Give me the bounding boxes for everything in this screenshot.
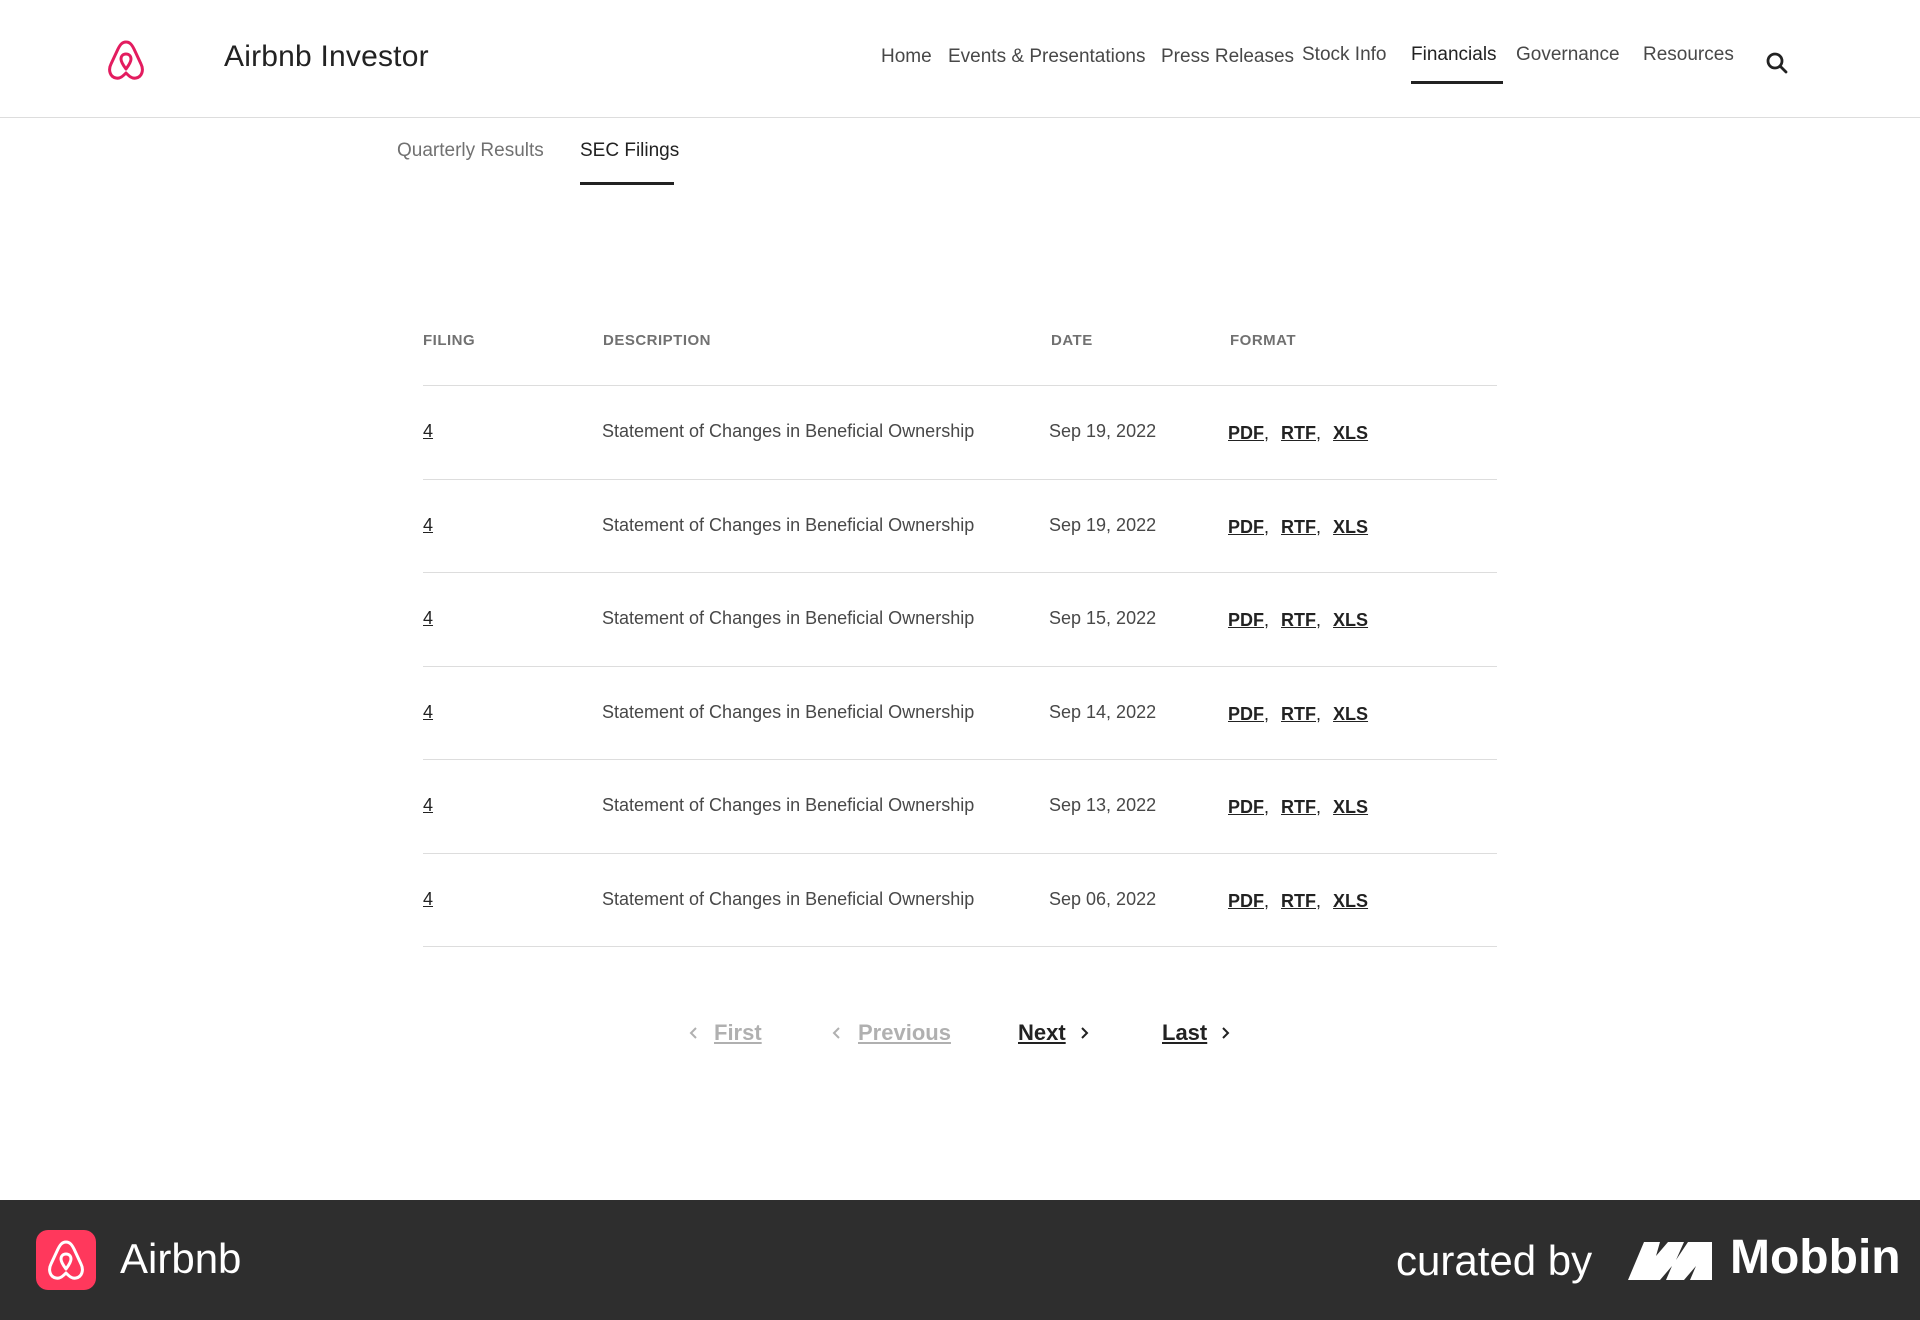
column-header-filing: FILING	[423, 332, 476, 349]
nav-press-releases[interactable]: Press Releases	[1161, 46, 1294, 68]
table-row: 4 Statement of Changes in Beneficial Own…	[423, 667, 1497, 760]
rtf-link[interactable]: RTF	[1281, 423, 1316, 443]
pagination: First Previous Next Last	[0, 1020, 1920, 1060]
xls-link[interactable]: XLS	[1333, 891, 1368, 911]
xls-link[interactable]: XLS	[1333, 797, 1368, 817]
table-row: 4 Statement of Changes in Beneficial Own…	[423, 386, 1497, 480]
table-header: FILING DESCRIPTION DATE FORMAT	[423, 320, 1497, 386]
rtf-link[interactable]: RTF	[1281, 610, 1316, 630]
filing-date: Sep 19, 2022	[1049, 421, 1157, 441]
rtf-link[interactable]: RTF	[1281, 797, 1316, 817]
pdf-link[interactable]: PDF	[1228, 797, 1264, 817]
table-row: 4 Statement of Changes in Beneficial Own…	[423, 760, 1497, 854]
nav-governance[interactable]: Governance	[1516, 44, 1620, 66]
filing-date: Sep 13, 2022	[1049, 795, 1157, 815]
filing-link[interactable]: 4	[423, 889, 433, 910]
filing-date: Sep 15, 2022	[1049, 608, 1157, 628]
filing-description: Statement of Changes in Beneficial Owner…	[602, 514, 975, 535]
airbnb-logo-icon	[48, 1240, 84, 1280]
nav-stock-info[interactable]: Stock Info	[1302, 44, 1387, 66]
filing-link[interactable]: 4	[423, 515, 433, 536]
xls-link[interactable]: XLS	[1333, 517, 1368, 537]
column-header-description: DESCRIPTION	[603, 332, 712, 349]
chevron-right-icon	[1081, 1027, 1089, 1039]
pdf-link[interactable]: PDF	[1228, 704, 1264, 724]
nav-events-presentations[interactable]: Events & Presentations	[948, 46, 1146, 68]
first-page-link[interactable]: First	[714, 1020, 762, 1046]
last-page-link[interactable]: Last	[1162, 1020, 1207, 1046]
format-links: PDF, RTF, XLS	[1228, 516, 1369, 537]
footer-app-name: Airbnb	[120, 1235, 242, 1282]
filing-link[interactable]: 4	[423, 608, 433, 629]
tab-quarterly-results[interactable]: Quarterly Results	[397, 140, 544, 162]
nav-financials[interactable]: Financials	[1411, 44, 1497, 66]
filing-description: Statement of Changes in Beneficial Owner…	[602, 795, 975, 815]
table-row: 4 Statement of Changes in Beneficial Own…	[423, 480, 1497, 573]
format-links: PDF, RTF, XLS	[1228, 423, 1369, 443]
rtf-link[interactable]: RTF	[1281, 517, 1316, 537]
filing-description: Statement of Changes in Beneficial Owner…	[602, 701, 975, 722]
format-links: PDF, RTF, XLS	[1228, 797, 1369, 817]
xls-link[interactable]: XLS	[1333, 610, 1368, 630]
airbnb-app-icon	[36, 1230, 96, 1290]
nav-resources[interactable]: Resources	[1643, 44, 1734, 66]
xls-link[interactable]: XLS	[1333, 704, 1368, 724]
rtf-link[interactable]: RTF	[1281, 704, 1316, 724]
pdf-link[interactable]: PDF	[1228, 517, 1264, 537]
main-nav: Home Events & Presentations Press Releas…	[0, 44, 1920, 86]
search-icon[interactable]	[1765, 51, 1789, 75]
filing-link[interactable]: 4	[423, 421, 433, 442]
next-page-link[interactable]: Next	[1018, 1020, 1066, 1046]
pdf-link[interactable]: PDF	[1228, 423, 1264, 443]
filing-link[interactable]: 4	[423, 702, 433, 723]
filing-date: Sep 19, 2022	[1049, 514, 1157, 535]
format-links: PDF, RTF, XLS	[1228, 890, 1369, 911]
format-links: PDF, RTF, XLS	[1228, 610, 1369, 630]
previous-page-link[interactable]: Previous	[858, 1020, 951, 1046]
mobbin-footer: Airbnb curated by Mobbin	[0, 1200, 1920, 1320]
rtf-link[interactable]: RTF	[1281, 891, 1316, 911]
chevron-left-icon	[832, 1027, 840, 1039]
financials-tabs: Quarterly Results SEC Filings	[0, 140, 1920, 190]
sec-filings-table: FILING DESCRIPTION DATE FORMAT 4 Stateme…	[423, 320, 1497, 947]
xls-link[interactable]: XLS	[1333, 423, 1368, 443]
table-row: 4 Statement of Changes in Beneficial Own…	[423, 573, 1497, 667]
nav-home[interactable]: Home	[881, 46, 932, 68]
curated-by-label: curated by	[1396, 1237, 1593, 1284]
column-header-format: FORMAT	[1230, 332, 1297, 349]
filing-description: Statement of Changes in Beneficial Owner…	[602, 421, 975, 441]
tab-sec-filings[interactable]: SEC Filings	[580, 140, 679, 162]
chevron-left-icon	[689, 1027, 697, 1039]
site-header: Airbnb Investor Home Events & Presentati…	[0, 0, 1920, 118]
nav-active-underline	[1411, 81, 1503, 84]
pdf-link[interactable]: PDF	[1228, 610, 1264, 630]
filing-date: Sep 14, 2022	[1049, 701, 1157, 722]
pdf-link[interactable]: PDF	[1228, 891, 1264, 911]
column-header-date: DATE	[1051, 332, 1093, 349]
table-row: 4 Statement of Changes in Beneficial Own…	[423, 854, 1497, 947]
tab-active-underline	[580, 182, 674, 185]
filing-date: Sep 06, 2022	[1049, 888, 1157, 909]
filing-link[interactable]: 4	[423, 795, 433, 816]
format-links: PDF, RTF, XLS	[1228, 703, 1369, 724]
filing-description: Statement of Changes in Beneficial Owner…	[602, 608, 975, 628]
filing-description: Statement of Changes in Beneficial Owner…	[602, 888, 975, 909]
mobbin-wordmark: Mobbin	[1730, 1231, 1901, 1284]
mobbin-logo-icon	[1628, 1242, 1712, 1280]
chevron-right-icon	[1222, 1027, 1230, 1039]
